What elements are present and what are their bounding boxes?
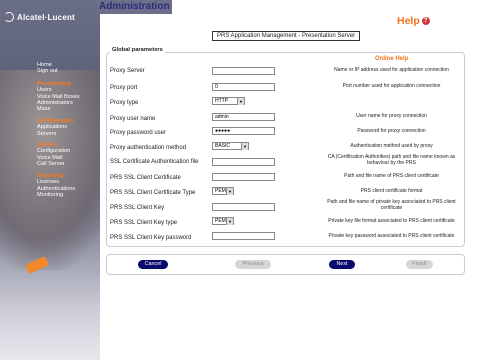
label-proxy-port: Proxy port: [110, 85, 138, 91]
prs-ssl-client-cert-input[interactable]: [212, 173, 275, 181]
previous-button[interactable]: Previous: [235, 260, 271, 269]
prs-ssl-client-cert-type-select[interactable]: PEM ▼: [212, 187, 234, 195]
proxy-port-input[interactable]: 0: [212, 83, 275, 91]
label-proxy-user-name: Proxy user name: [110, 116, 156, 122]
header-white: [165, 0, 490, 14]
brand-logo: Alcatel·Lucent: [4, 10, 75, 24]
proxy-type-value: HTTP: [215, 97, 229, 104]
help-icon: ?: [421, 17, 430, 25]
sidebar-nav: Home Sign out Provisioning Users Voice M…: [37, 62, 99, 198]
nav-sign-out[interactable]: Sign out: [37, 68, 99, 74]
proxy-auth-method-select[interactable]: BASIC ▼: [212, 142, 249, 150]
label-proxy-auth-method: Proxy authentication method: [110, 145, 187, 151]
nav-mass[interactable]: Mass: [37, 106, 99, 112]
label-prs-ssl-client-key: PRS SSL Client Key: [110, 205, 165, 211]
ssl-cert-auth-file-input[interactable]: [212, 158, 275, 166]
nav-call-server[interactable]: Call Server: [37, 161, 99, 167]
online-help-title: Online Help: [375, 56, 409, 62]
label-prs-ssl-client-cert-type: PRS SSL Client Certificate Type: [110, 190, 196, 196]
nav-monitoring[interactable]: Monitoring: [37, 192, 99, 198]
help-prs-ssl-client-cert: Path and file name of PRS client certifi…: [344, 173, 439, 179]
label-proxy-type: Proxy type: [110, 100, 139, 106]
help-proxy-auth-method: Authentication method used by proxy: [350, 143, 433, 149]
help-proxy-server: Name or IP address used for application …: [334, 67, 449, 73]
dropdown-arrow-icon: ▼: [226, 187, 233, 195]
label-prs-ssl-client-key-type: PRS SSL Client Key type: [110, 220, 178, 226]
help-label: Help: [397, 15, 420, 27]
help-prs-ssl-client-key-type: Private key file format associated to PR…: [328, 218, 455, 224]
dropdown-arrow-icon: ▼: [237, 97, 244, 105]
help-prs-ssl-client-key-password: Private key password associated to PRS c…: [328, 233, 455, 239]
prs-ssl-client-key-type-select[interactable]: PEM ▼: [212, 217, 234, 225]
cancel-button[interactable]: Cancel: [138, 260, 168, 269]
proxy-server-input[interactable]: [212, 67, 275, 75]
logo-icon: [4, 12, 14, 22]
page-caption: PRS Application Management - Presentatio…: [212, 31, 361, 41]
dropdown-arrow-icon: ▼: [226, 217, 233, 225]
proxy-auth-method-value: BASIC: [215, 142, 231, 149]
help-proxy-password: Password for proxy connection: [357, 128, 426, 134]
help-prs-ssl-client-key: Path and file name of private key associ…: [327, 199, 456, 211]
page-title: Administration: [97, 0, 172, 14]
finish-button[interactable]: Finish: [406, 260, 433, 269]
label-proxy-server: Proxy Server: [110, 68, 145, 74]
label-prs-ssl-client-key-password: PRS SSL Client Key password: [110, 235, 192, 241]
logo-text: Alcatel·Lucent: [17, 12, 75, 22]
proxy-type-select[interactable]: HTTP ▼: [212, 97, 245, 105]
prs-ssl-client-cert-type-value: PEM: [215, 187, 226, 194]
proxy-password-input[interactable]: ●●●●●: [212, 127, 275, 135]
prs-ssl-client-key-password-input[interactable]: [212, 232, 275, 240]
prs-ssl-client-key-input[interactable]: [212, 203, 275, 211]
help-ssl-cert-auth-file: CA (Certification Authorities) path and …: [327, 154, 456, 166]
label-prs-ssl-client-cert: PRS SSL Client Certificate: [110, 175, 181, 181]
sidebar: Alcatel·Lucent Home Sign out Provisionin…: [0, 0, 100, 360]
label-ssl-cert-auth-file: SSL Certificate Authentication file: [110, 159, 199, 165]
help-prs-ssl-client-cert-type: PRS client certificate format: [360, 188, 423, 194]
prs-ssl-client-key-type-value: PEM: [215, 217, 226, 224]
nav-servers[interactable]: Servers: [37, 131, 99, 137]
section-title: Global parameters: [110, 47, 165, 53]
proxy-user-name-input[interactable]: admin: [212, 113, 275, 121]
next-button[interactable]: Next: [329, 260, 355, 269]
label-proxy-password: Proxy password user: [110, 130, 167, 136]
help-proxy-user-name: User name for proxy connection: [356, 113, 427, 119]
help-link[interactable]: Help ?: [397, 15, 430, 27]
dropdown-arrow-icon: ▼: [241, 142, 248, 150]
help-proxy-port: Port number used for application connect…: [342, 83, 441, 89]
